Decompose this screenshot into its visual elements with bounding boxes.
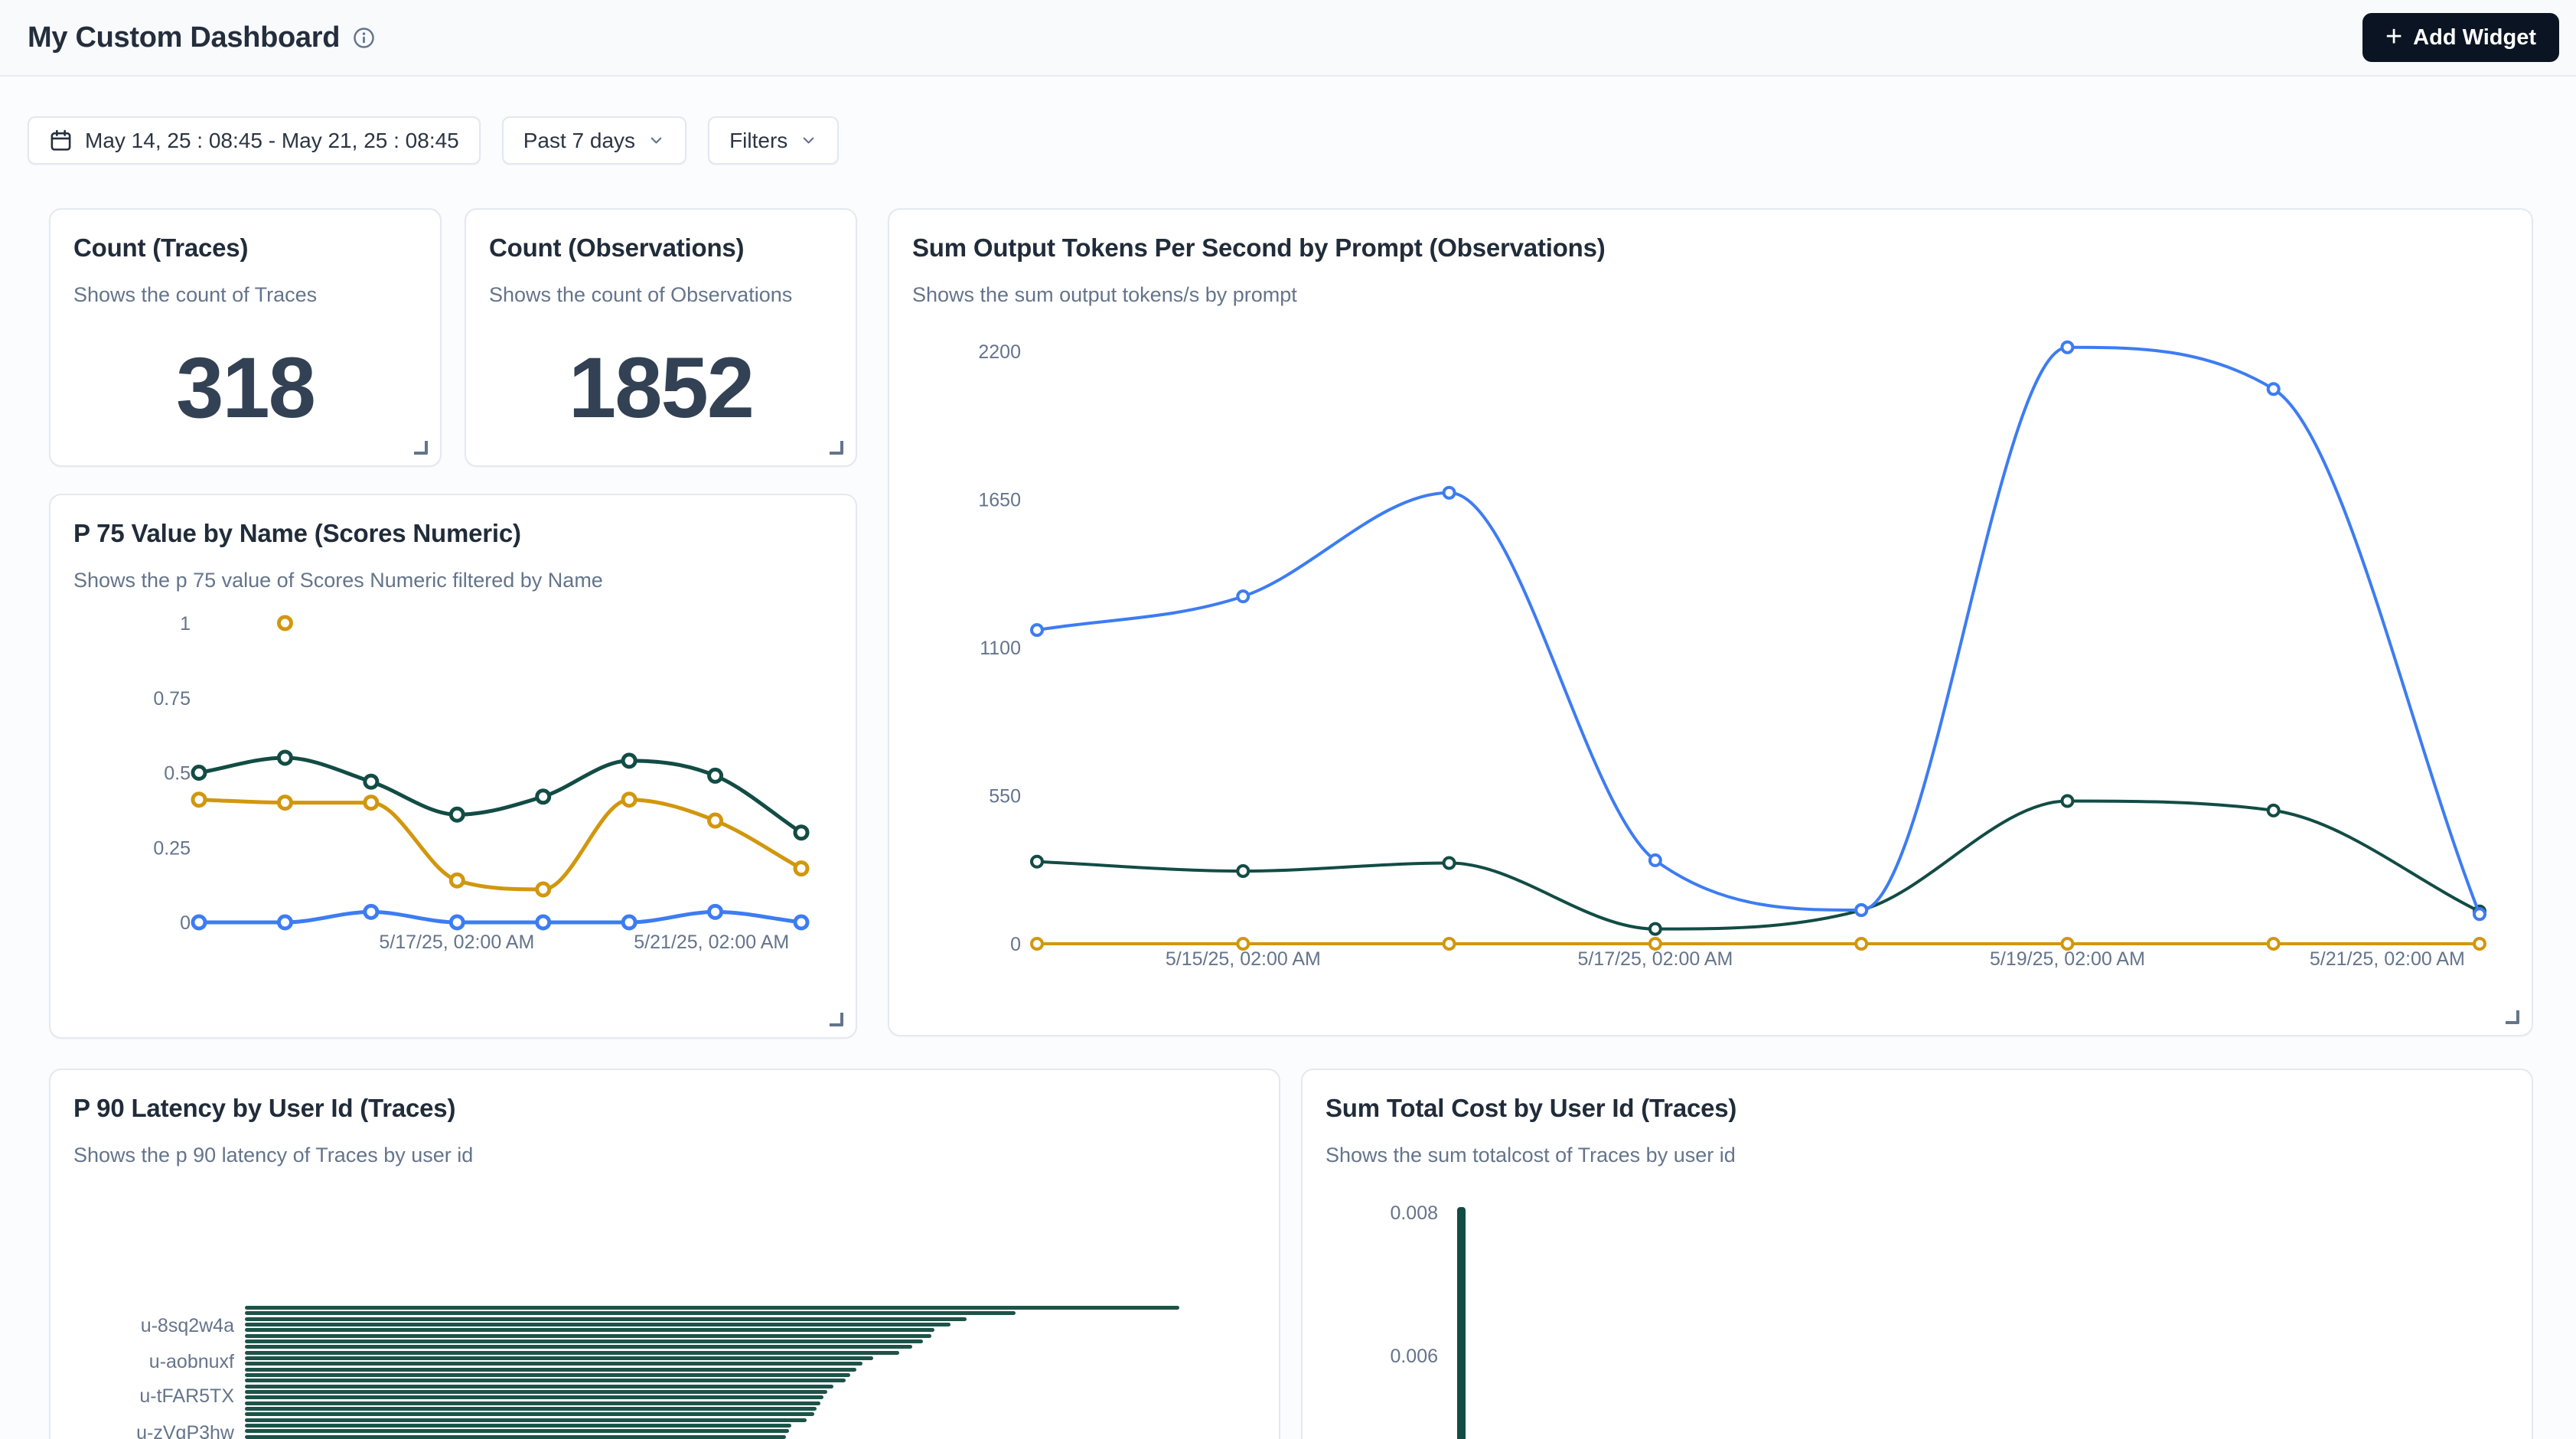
p90-bar[interactable] [245,1328,934,1332]
cost-bar[interactable] [1457,1207,1466,1439]
p90-bar[interactable] [245,1356,873,1360]
widget-title: P 90 Latency by User Id (Traces) [51,1070,1279,1124]
svg-text:5/21/25, 02:00 AM: 5/21/25, 02:00 AM [2310,948,2465,970]
p90-bar[interactable] [245,1339,923,1343]
filters-dropdown[interactable]: Filters [708,116,839,165]
p90-bar[interactable] [245,1390,827,1394]
widget-count-observations: Count (Observations) Shows the count of … [465,208,857,467]
svg-text:0.25: 0.25 [153,837,191,859]
p90-bar[interactable] [245,1401,820,1405]
resize-handle-icon[interactable] [830,1013,843,1026]
svg-text:5/17/25, 02:00 AM: 5/17/25, 02:00 AM [379,932,534,953]
add-widget-button[interactable]: + Add Widget [2362,13,2559,62]
calendar-icon [49,128,73,153]
date-range-picker[interactable]: May 14, 25 : 08:45 - May 21, 25 : 08:45 [28,116,481,165]
p90-user-id-label: u-zVqP3hw [61,1421,234,1439]
p90-bar[interactable] [245,1351,899,1355]
p90-bar[interactable] [245,1311,1016,1315]
p75-line-chart-canvas[interactable]: 1 0.75 0.5 0.25 0 5/17/25, 02:00 AM 5/21/25, 0… [51,495,859,1040]
svg-text:5/19/25, 02:00 AM: 5/19/25, 02:00 AM [1990,948,2145,970]
resize-handle-icon[interactable] [414,441,428,455]
p90-bar[interactable] [245,1435,786,1439]
resize-handle-icon[interactable] [830,441,843,455]
svg-text:0: 0 [1010,934,1021,955]
p90-bar[interactable] [245,1334,931,1338]
range-preset-dropdown[interactable]: Past 7 days [502,116,686,165]
range-preset-value: Past 7 days [523,129,635,153]
svg-text:550: 550 [989,786,1021,808]
plus-icon: + [2385,22,2402,51]
p90-bar[interactable] [245,1362,862,1366]
widget-subtitle: Shows the count of Traces [51,263,440,308]
p90-bar[interactable] [245,1385,833,1388]
widget-title: Sum Total Cost by User Id (Traces) [1303,1070,2532,1124]
svg-text:1100: 1100 [980,638,1021,659]
resize-handle-icon[interactable] [2506,1010,2519,1024]
metric-value: 318 [51,338,440,437]
app-header: My Custom Dashboard + Add Widget [0,0,2576,77]
svg-text:0.5: 0.5 [164,763,191,785]
page-title: My Custom Dashboard [28,21,340,54]
svg-text:5/21/25, 02:00 AM: 5/21/25, 02:00 AM [634,932,789,953]
svg-text:1: 1 [180,613,191,635]
p90-bar[interactable] [245,1424,791,1428]
svg-text:2200: 2200 [978,341,1021,363]
svg-text:0.75: 0.75 [153,688,191,710]
widget-cost-chart: Sum Total Cost by User Id (Traces) Shows… [1301,1069,2533,1439]
widget-title: Count (Observations) [466,210,856,263]
tokens-line-chart-canvas[interactable]: 2200 1650 1100 550 0 5/15/25, 02:00 AM 5/17/25… [889,210,2535,1038]
cost-ytick-008: 0.008 [1303,1202,1438,1225]
p90-bar[interactable] [245,1395,823,1399]
widget-p75-chart: P 75 Value by Name (Scores Numeric) Show… [49,494,857,1039]
add-widget-label: Add Widget [2413,25,2536,51]
chevron-down-icon [647,132,665,149]
p90-bar[interactable] [245,1379,846,1382]
p90-bar[interactable] [245,1418,807,1422]
svg-text:5/17/25, 02:00 AM: 5/17/25, 02:00 AM [1577,948,1733,970]
p90-user-id-label: u-8sq2w4a [61,1314,234,1337]
p90-bar[interactable] [245,1407,817,1411]
widget-tokens-chart: Sum Output Tokens Per Second by Prompt (… [888,208,2533,1036]
p90-bar[interactable] [245,1323,951,1326]
p90-user-id-label: u-tFAR5TX [61,1385,234,1408]
svg-text:5/15/25, 02:00 AM: 5/15/25, 02:00 AM [1166,948,1321,970]
filters-label: Filters [729,129,787,153]
cost-ytick-006: 0.006 [1303,1345,1438,1368]
widget-subtitle: Shows the p 90 latency of Traces by user… [51,1124,1279,1168]
p90-bar[interactable] [245,1306,1179,1310]
p90-user-id-label: u-aobnuxf [61,1350,234,1373]
p90-bar[interactable] [245,1317,967,1321]
svg-text:1650: 1650 [978,490,1021,511]
widget-title: Count (Traces) [51,210,440,263]
date-range-value: May 14, 25 : 08:45 - May 21, 25 : 08:45 [85,129,459,153]
svg-text:0: 0 [180,912,191,934]
widget-p90-chart: P 90 Latency by User Id (Traces) Shows t… [49,1069,1280,1439]
p90-bar[interactable] [245,1368,856,1372]
p90-bar[interactable] [245,1345,912,1349]
filter-toolbar: May 14, 25 : 08:45 - May 21, 25 : 08:45 … [28,116,839,165]
info-icon[interactable] [352,26,376,50]
p90-bar[interactable] [245,1373,850,1377]
p90-bar[interactable] [245,1429,789,1433]
metric-value: 1852 [466,338,856,437]
widget-count-traces: Count (Traces) Shows the count of Traces… [49,208,442,467]
widget-subtitle: Shows the sum totalcost of Traces by use… [1303,1124,2532,1168]
widget-subtitle: Shows the count of Observations [466,263,856,308]
p90-bar[interactable] [245,1412,814,1416]
chevron-down-icon [800,132,817,149]
